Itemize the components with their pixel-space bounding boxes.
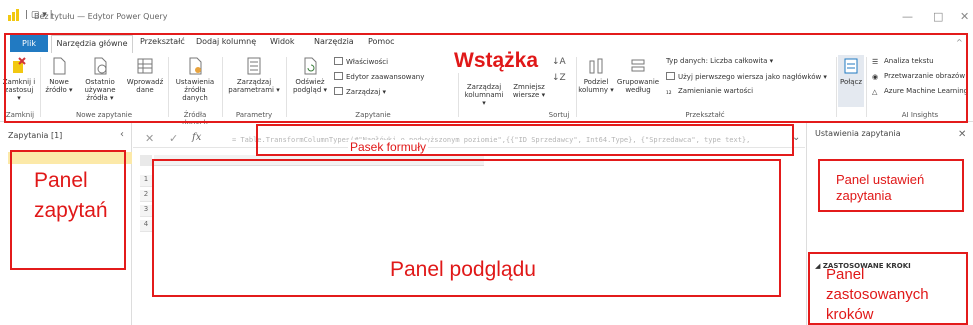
steps-annotation: Panel zastosowanych kroków xyxy=(826,266,929,323)
table-corner-icon[interactable] xyxy=(140,155,152,166)
row-number: 3 xyxy=(140,205,152,217)
fx-icon: fx xyxy=(192,132,202,143)
preview-annotation: Panel podglądu xyxy=(390,258,536,281)
formula-annotation: Pasek formuły xyxy=(348,140,429,154)
power-bi-logo-icon xyxy=(8,9,19,21)
ribbon-annotation-box xyxy=(4,33,968,123)
settings-annotation: Panel ustawień zapytania xyxy=(836,172,962,204)
row-number: 4 xyxy=(140,220,152,232)
ribbon-annotation: Wstążka xyxy=(452,49,541,73)
query-settings-title: Ustawienia zapytania xyxy=(815,129,901,138)
close-window-button[interactable]: ✕ xyxy=(960,10,969,23)
queries-panel-title: Zapytania [1] xyxy=(8,131,63,140)
cancel-icon[interactable]: ✕ xyxy=(145,132,154,145)
row-number: 1 xyxy=(140,175,152,187)
formula-annotation-box xyxy=(256,124,794,156)
queries-annotation: Panel zapytań xyxy=(34,169,108,222)
close-settings-icon[interactable]: ✕ xyxy=(958,129,966,140)
window-title: Bez tytułu — Edytor Power Query xyxy=(34,12,168,21)
maximize-button[interactable]: □ xyxy=(933,10,943,23)
collapse-queries-icon[interactable]: ‹ xyxy=(120,129,124,140)
row-number: 2 xyxy=(140,190,152,202)
confirm-icon[interactable]: ✓ xyxy=(169,132,178,145)
minimize-button[interactable]: — xyxy=(902,10,913,23)
